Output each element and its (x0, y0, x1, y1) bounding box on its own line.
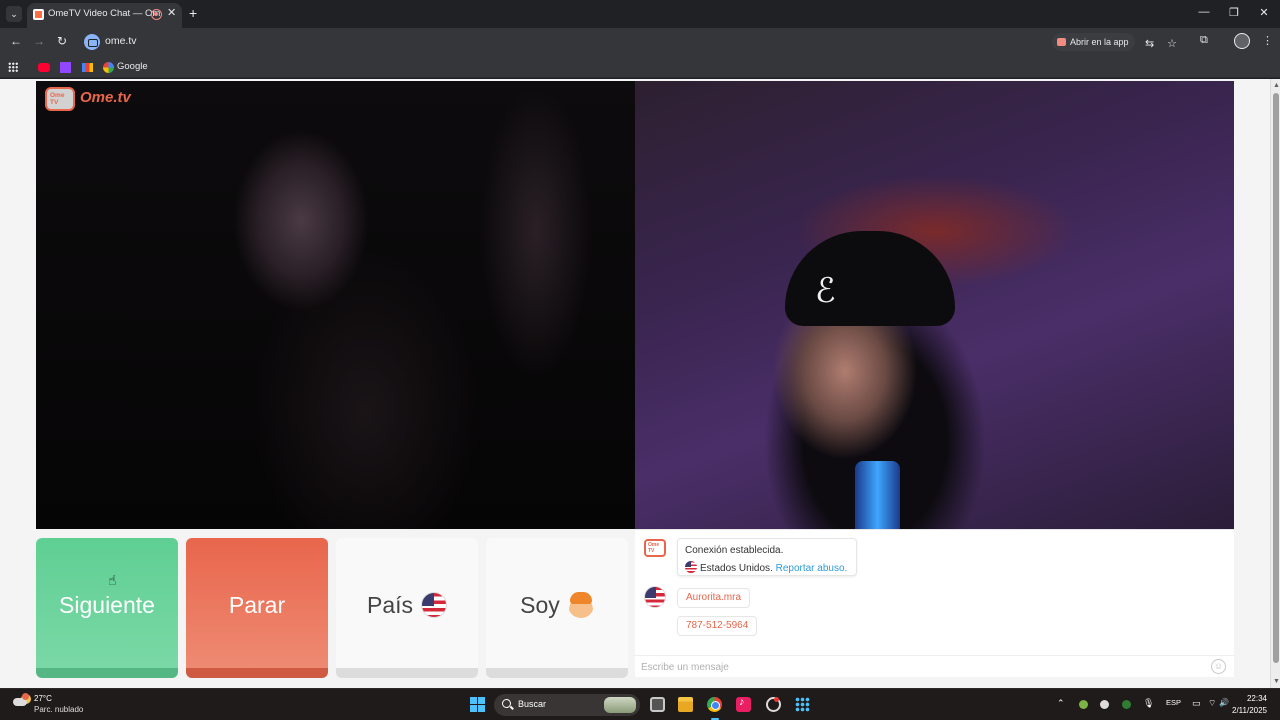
tab-strip: ⌄ OmeTV Video Chat — Ome ✕ + — ❐ ✕ (0, 0, 1280, 28)
chat-message: 787-512-5964 (677, 616, 758, 636)
boy-face-icon (567, 591, 594, 618)
ometv-tv-icon: Ome TV (45, 87, 75, 111)
extensions-icon[interactable]: ⧉ (1200, 34, 1208, 47)
apps-grid-icon[interactable] (8, 62, 18, 72)
back-arrow-icon[interactable]: ← (10, 34, 22, 48)
search-label: Buscar (518, 699, 547, 709)
next-button[interactable]: Siguiente (36, 538, 178, 678)
youtube-bookmark-icon[interactable] (38, 63, 50, 72)
gender-select-button[interactable]: Soy (486, 538, 628, 678)
weather-condition[interactable]: Parc. nublado (34, 705, 83, 714)
bookmark-star-icon[interactable]: ☆ (1167, 37, 1177, 50)
browser-toolbar: ← → ↻ ome.tv Abrir en la app ⇆ ☆ ⧉ ⋮ (0, 28, 1280, 56)
recording-dot-icon (774, 697, 779, 702)
tab-ometv[interactable]: OmeTV Video Chat — Ome ✕ (27, 3, 182, 28)
onedrive-cloud-icon[interactable] (1100, 700, 1109, 709)
us-flag-small-icon (685, 561, 697, 573)
self-camera-video: ℰ (635, 81, 1234, 529)
twitch-bookmark-icon[interactable] (60, 62, 71, 73)
recording-indicator-icon (151, 9, 162, 20)
cap-shape (785, 231, 955, 326)
stranger-flag-avatar (644, 586, 666, 608)
weather-temperature[interactable]: 27°C (34, 694, 52, 703)
search-highlight-image (604, 697, 636, 713)
scroll-up-arrow-icon[interactable]: ▲ (1273, 82, 1280, 89)
tray-overflow-chevron-icon[interactable]: ⌃ (1057, 698, 1065, 709)
minimize-button[interactable]: — (1189, 6, 1219, 18)
tab-title: OmeTV Video Chat — Ome (48, 8, 160, 19)
microphone-shape (855, 461, 900, 529)
tiktok-icon[interactable] (736, 696, 751, 712)
menu-kebab-icon[interactable]: ⋮ (1262, 34, 1273, 47)
us-flag-icon (421, 591, 448, 618)
tab-close-icon[interactable]: ✕ (167, 6, 176, 19)
stranger-video: Ome TV Ome.tv (36, 81, 635, 529)
file-explorer-icon[interactable] (678, 697, 693, 712)
language-indicator[interactable]: ESP (1166, 698, 1181, 707)
chrome-icon[interactable] (707, 697, 722, 712)
url-text[interactable]: ome.tv (105, 35, 137, 47)
emoji-icon[interactable]: ☺ (1211, 659, 1226, 674)
reload-icon[interactable]: ↻ (57, 34, 67, 48)
translate-icon[interactable]: ⇆ (1145, 37, 1154, 50)
google-bookmark-label[interactable]: Google (117, 61, 148, 72)
gmail-bookmark-icon[interactable] (82, 63, 93, 72)
windows-start-icon[interactable] (470, 697, 485, 712)
wifi-icon[interactable]: ⌔ (1208, 698, 1216, 709)
close-window-button[interactable]: ✕ (1249, 6, 1279, 19)
chat-message: Aurorita.mra (677, 588, 751, 608)
stop-button[interactable]: Parar (186, 538, 328, 678)
tab-search-chevron-icon[interactable]: ⌄ (6, 6, 22, 22)
page-scrollbar[interactable]: ▲ ▼ (1270, 79, 1280, 688)
country-filter-button[interactable]: País (336, 538, 478, 678)
apps-launcher-icon[interactable] (795, 697, 810, 712)
mouse-cursor-icon: ☝ (108, 572, 117, 588)
google-icon[interactable] (103, 62, 114, 73)
maximize-button[interactable]: ❐ (1219, 6, 1249, 19)
new-tab-button[interactable]: + (189, 5, 197, 21)
country-button-label: País (366, 592, 414, 618)
scroll-thumb[interactable] (1273, 93, 1279, 663)
chat-input-bar: ☺ (635, 655, 1234, 677)
windows-taskbar: 27°C Parc. nublado Buscar ⌃ 🎙 ESP ▭ ⌔ 🔊 … (0, 688, 1280, 720)
bookmarks-bar: Google (0, 56, 1280, 78)
site-info-icon[interactable] (84, 34, 100, 50)
system-country-line: Estados Unidos. Reportar abuso. (685, 561, 847, 574)
search-icon (502, 699, 511, 708)
connection-status-text: Conexión establecida. (685, 545, 784, 556)
taskbar-search[interactable]: Buscar (494, 694, 640, 716)
report-abuse-link[interactable]: Reportar abuso. (776, 563, 848, 574)
scroll-down-arrow-icon[interactable]: ▼ (1273, 678, 1280, 685)
display-icon[interactable]: ▭ (1192, 698, 1201, 709)
address-bar[interactable]: ome.tv Abrir en la app ⇆ ☆ (80, 31, 1200, 53)
profile-avatar[interactable] (1234, 33, 1250, 49)
tray-app-icon[interactable] (1079, 700, 1088, 709)
clock-date[interactable]: 2/11/2025 (1226, 706, 1267, 715)
cap-logo-glyph: ℰ (815, 271, 836, 311)
ometv-system-avatar: Ome TV (644, 539, 666, 557)
open-in-app-button[interactable]: Abrir en la app (1052, 33, 1135, 51)
weather-alert-badge (22, 693, 29, 700)
ometv-page: Ome TV Ome.tv ℰ Siguiente Parar País Soy… (0, 79, 1270, 688)
security-shield-icon[interactable] (1122, 700, 1131, 709)
clock-time[interactable]: 22:34 (1233, 694, 1267, 703)
system-message: Conexión establecida. Estados Unidos. Re… (677, 538, 857, 576)
ometv-favicon-icon (33, 9, 44, 20)
next-button-label: Siguiente (59, 592, 155, 618)
microphone-icon[interactable]: 🎙 (1143, 698, 1154, 709)
message-input[interactable] (641, 659, 1201, 675)
stop-button-label: Parar (228, 592, 286, 618)
task-view-icon[interactable] (650, 697, 665, 712)
ometv-logo-text: Ome.tv (80, 89, 131, 106)
forward-arrow-icon[interactable]: → (33, 34, 45, 48)
gender-button-label: Soy (520, 592, 560, 618)
stranger-country-text: Estados Unidos. (700, 563, 773, 574)
